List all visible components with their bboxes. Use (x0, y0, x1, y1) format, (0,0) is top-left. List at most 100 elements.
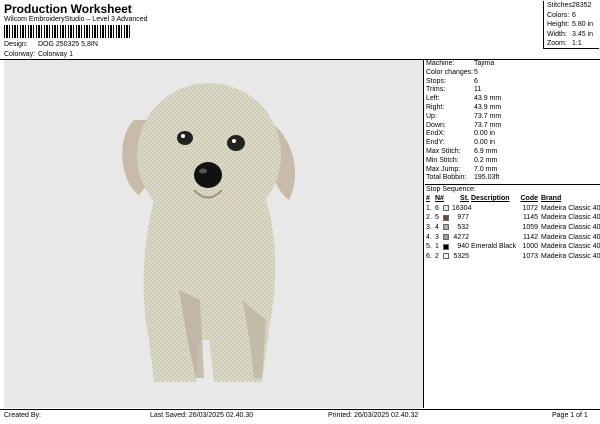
info-label: Color changes: (426, 68, 474, 76)
stitch-count: 977 (457, 214, 469, 222)
divider (0, 409, 600, 410)
color-description: Emerald Black (471, 243, 517, 251)
info-value: 11 (474, 86, 482, 94)
col-n: N# (435, 195, 444, 202)
info-label: Total Bobbin: (426, 174, 467, 182)
info-label: EndY: (426, 139, 445, 147)
info-row: Trims: 11 (425, 86, 600, 95)
needle-number: 6 (435, 204, 439, 212)
swatch-chip (443, 224, 449, 231)
stitch-count: 5325 (453, 253, 469, 261)
thread-code: 1072 (522, 204, 538, 212)
col-code: Code (520, 195, 539, 202)
info-value: 195.03ft (474, 174, 500, 182)
info-row: Max Stitch: 6.9 mm (425, 148, 600, 157)
colorway-label: Colorway: (4, 51, 36, 58)
info-label: Down: (426, 121, 446, 129)
swatch-chip (443, 204, 449, 211)
colorway-row: Colorway: Colorway 1 (4, 51, 73, 58)
stop-rows: 1. 6 16304 1072 Madeira Classic 40 2. 5 977 1145… (425, 204, 600, 262)
stat-value: 3.45 in (572, 30, 594, 38)
stat-label: Stitches: (547, 2, 574, 9)
col-st: St. (460, 195, 469, 202)
row-index: 5. (426, 243, 432, 251)
row-index: 2. (426, 214, 432, 222)
table-row: 6. 2 5325 1073 Madeira Classic 40 (425, 252, 600, 262)
thread-code: 1000 (522, 243, 538, 251)
thread-code: 1059 (522, 224, 538, 232)
row-index: 4. (426, 233, 432, 241)
design-value: DOG 250325 5,8IN (37, 41, 98, 48)
info-label: Stops: (426, 77, 446, 85)
stitch-count: 532 (457, 224, 469, 232)
color-swatch (443, 223, 452, 233)
info-row: EndX: 0.00 in (425, 130, 600, 139)
info-label: Max Stitch: (426, 147, 461, 155)
stat-row: Stitches: 28352 (544, 1, 599, 11)
thread-brand: Madeira Classic 40 (541, 204, 600, 212)
stat-value: 1:1 (572, 40, 582, 48)
row-index: 6. (426, 253, 432, 261)
info-value: 6.9 mm (474, 147, 498, 155)
info-value: Tajima (474, 60, 495, 67)
design-label: Design: (4, 41, 28, 48)
stat-value: 6 (572, 11, 576, 19)
stitch-count: 16304 (452, 204, 472, 212)
needle-number: 4 (435, 224, 439, 232)
info-label: Max Jump: (426, 165, 461, 173)
page-title: Production Worksheet (4, 2, 132, 16)
stat-row: Zoom: 1:1 (544, 39, 599, 49)
info-row: Stops: 6 (425, 78, 600, 87)
last-saved: Last Saved: 26/03/2025 02.40.30 (150, 412, 254, 419)
color-swatch (443, 213, 452, 223)
thread-code: 1145 (522, 214, 538, 222)
thread-brand: Madeira Classic 40 (541, 243, 600, 251)
needle-number: 2 (435, 253, 439, 261)
machine-info: Machine: Tajima Color changes: 5 Stops: 6 T… (425, 60, 600, 183)
printed: Printed: 26/03/2025 02.40.32 (328, 412, 419, 419)
stat-row: Colors: 6 (544, 11, 599, 21)
thread-brand: Madeira Classic 40 (541, 214, 600, 222)
row-index: 3. (426, 224, 432, 232)
info-row: Left: 43.9 mm (425, 95, 600, 104)
table-row: 3. 4 532 1059 Madeira Classic 40 (425, 223, 600, 233)
col-brand: Brand (541, 195, 562, 202)
stop-sequence-table: # N# St. Description Code Brand 1. 6 16304… (425, 194, 600, 262)
needle-number: 1 (435, 243, 439, 251)
info-row: Up: 73.7 mm (425, 113, 600, 122)
row-index: 1. (426, 204, 432, 212)
thread-brand: Madeira Classic 40 (541, 224, 600, 232)
info-value: 73.7 mm (474, 112, 502, 120)
info-row: EndY: 0.00 in (425, 139, 600, 148)
thread-brand: Madeira Classic 40 (541, 233, 600, 241)
needle-number: 3 (435, 233, 439, 241)
dog-embroidery-image (122, 83, 296, 382)
software-subtitle: Wilcom EmbroideryStudio – Level 3 Advanc… (4, 16, 148, 23)
color-swatch (443, 242, 452, 252)
design-preview (4, 60, 424, 408)
table-row: 1. 6 16304 1072 Madeira Classic 40 (425, 204, 600, 214)
stat-label: Height: (547, 21, 570, 29)
stat-label: Zoom: (547, 40, 567, 48)
colorway-value: Colorway 1 (37, 51, 73, 58)
info-label: Trims: (426, 86, 446, 94)
info-label: Left: (426, 95, 440, 103)
color-swatch (443, 204, 452, 214)
info-row: Right: 43.9 mm (425, 104, 600, 113)
info-label: EndX: (426, 130, 446, 138)
thread-code: 1073 (522, 253, 538, 261)
thread-code: 1142 (522, 233, 538, 241)
info-label: Min Stitch: (426, 156, 459, 164)
col-num: # (426, 195, 430, 202)
info-value: 73.7 mm (474, 121, 502, 129)
info-row: Color changes: 5 (425, 69, 600, 78)
swatch-chip (443, 214, 449, 221)
table-row: 5. 1 940 Emerald Black 1000 Madeira Classic 4… (425, 242, 600, 252)
table-header: # N# St. Description Code Brand (425, 194, 600, 204)
table-row: 2. 5 977 1145 Madeira Classic 40 (425, 213, 600, 223)
stat-value: 5.80 in (572, 21, 594, 29)
stat-label: Colors: (547, 11, 570, 19)
info-label: Right: (426, 103, 445, 111)
barcode (4, 25, 130, 38)
stat-row: Height: 5.80 in (544, 20, 599, 30)
